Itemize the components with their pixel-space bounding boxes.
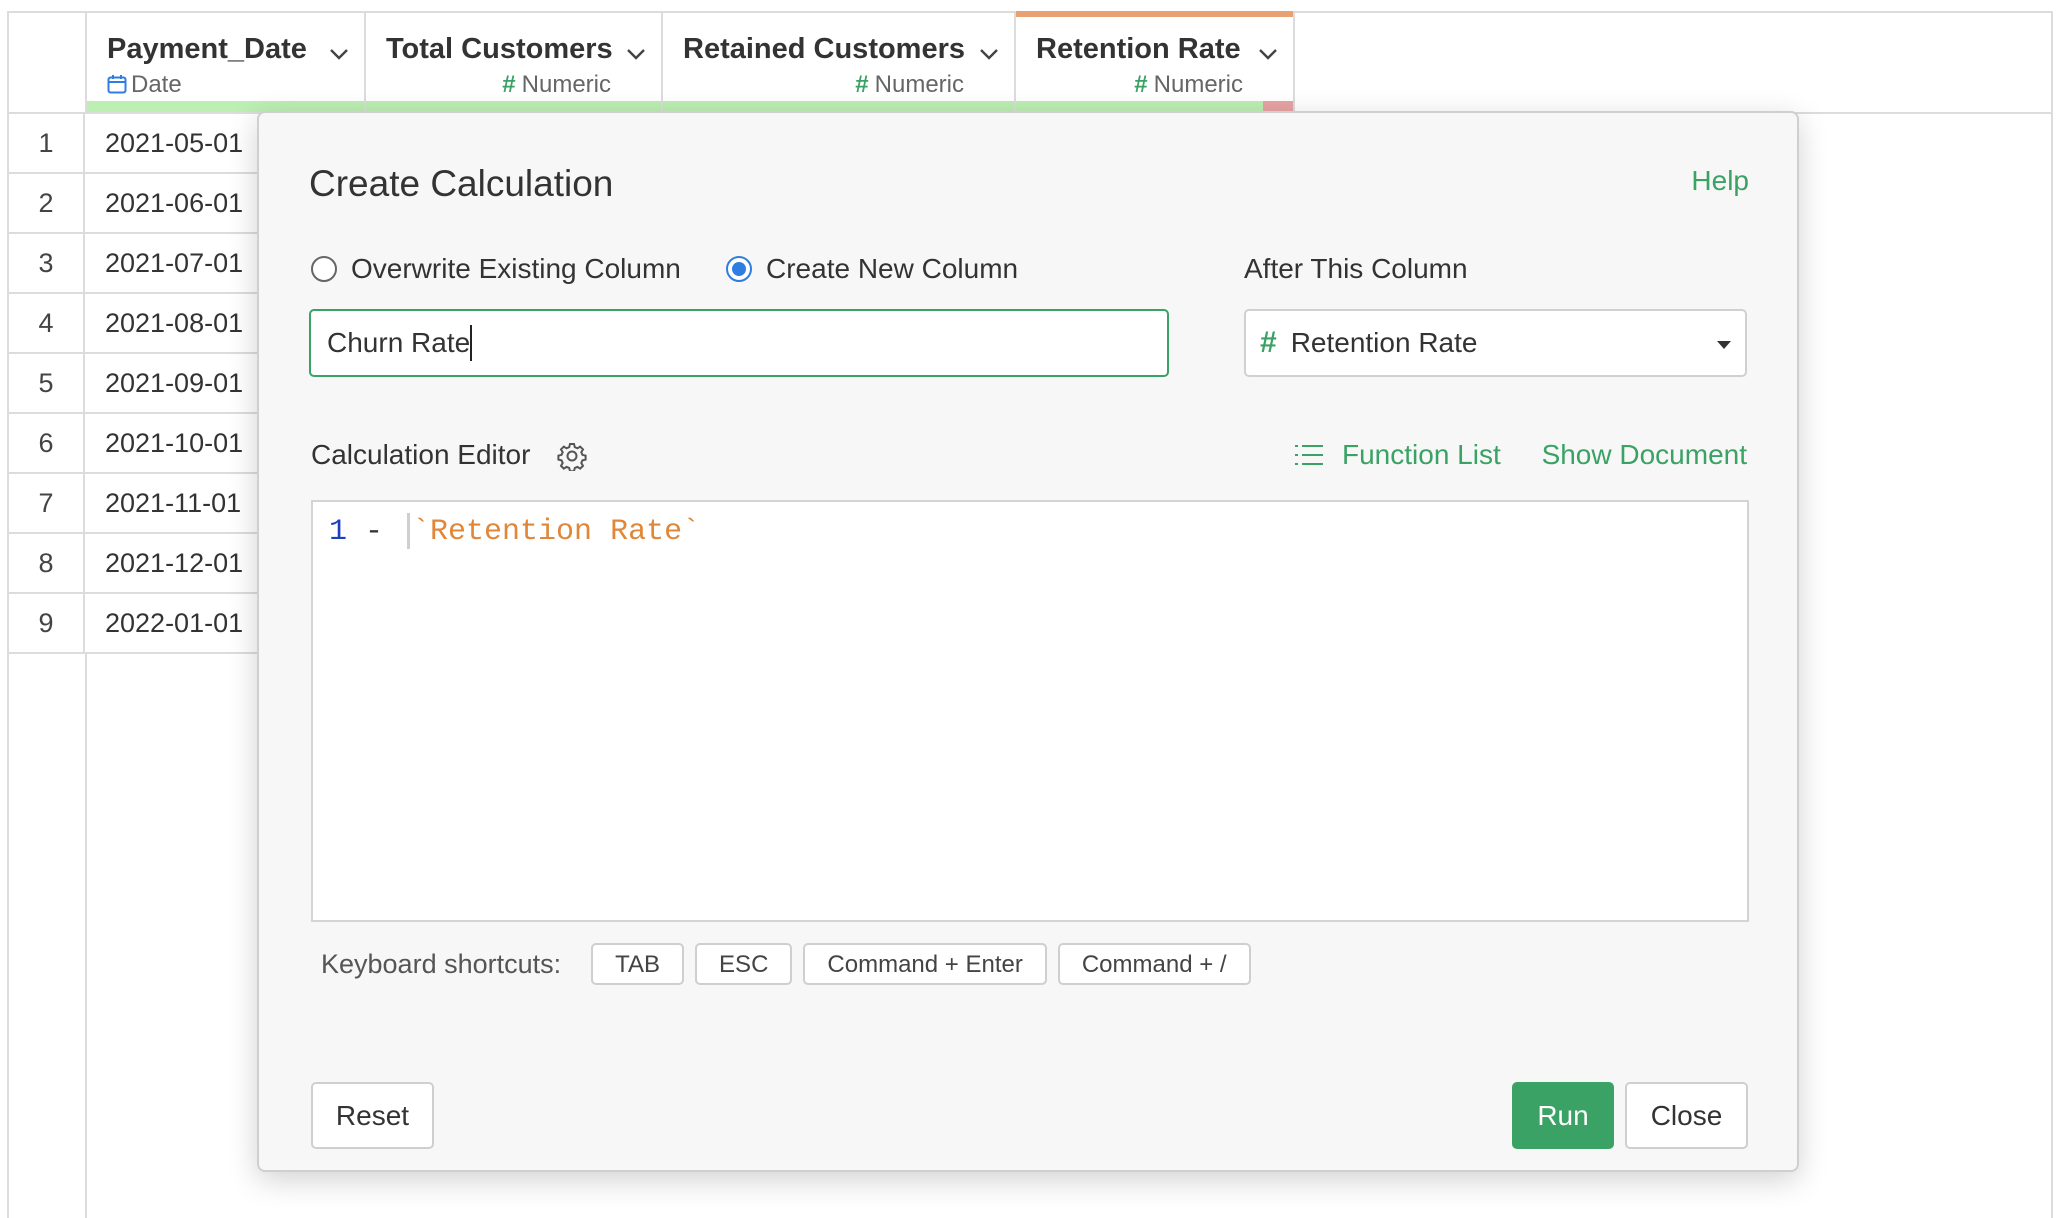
- after-this-column-label: After This Column: [1244, 253, 1468, 284]
- cell-payment-date[interactable]: 2021-06-01: [105, 174, 243, 232]
- hash-icon: #: [1260, 326, 1277, 359]
- new-column-name-input[interactable]: [309, 309, 1169, 377]
- hash-icon: #: [855, 71, 869, 98]
- chevron-down-icon[interactable]: [978, 43, 1000, 65]
- row-index: 8: [9, 534, 85, 592]
- table-row[interactable]: 3 2021-07-01: [9, 234, 265, 294]
- cell-payment-date[interactable]: 2021-09-01: [105, 354, 243, 412]
- dialog-title: Create Calculation: [309, 163, 614, 204]
- row-index: 3: [9, 234, 85, 292]
- after-column-selected-value: Retention Rate: [1290, 327, 1478, 358]
- row-index: 6: [9, 414, 85, 472]
- column-name: Total Customers: [386, 33, 613, 65]
- calendar-icon: [107, 75, 127, 94]
- code-column-reference-token: `Retention Rate`: [412, 515, 701, 549]
- radio-label: Create New Column: [766, 253, 1019, 284]
- cell-payment-date[interactable]: 2021-08-01: [105, 294, 243, 352]
- show-document-link[interactable]: Show Document: [1542, 439, 1747, 471]
- help-link[interactable]: Help: [1691, 165, 1749, 197]
- chevron-down-icon[interactable]: [625, 43, 647, 65]
- selected-column-indicator: [1016, 11, 1293, 17]
- hash-icon: #: [502, 71, 516, 98]
- shortcut-esc-key: ESC: [695, 943, 793, 985]
- row-index: 4: [9, 294, 85, 352]
- index-column-empty: [9, 653, 87, 1218]
- column-type: Date: [107, 71, 182, 99]
- radio-circle-selected[interactable]: [726, 256, 752, 282]
- radio-label: Overwrite Existing Column: [351, 253, 681, 284]
- function-list-link[interactable]: Function List: [1294, 439, 1501, 471]
- editor-cursor: [407, 513, 411, 550]
- shortcut-tab-key: TAB: [591, 943, 685, 985]
- table-row[interactable]: 1 2021-05-01: [9, 114, 265, 174]
- dropdown-arrow-icon: [1717, 341, 1731, 349]
- cell-payment-date[interactable]: 2021-05-01: [105, 114, 243, 172]
- row-index: 7: [9, 474, 85, 532]
- table-row[interactable]: 9 2022-01-01: [9, 594, 265, 654]
- chevron-down-icon[interactable]: [1257, 43, 1279, 65]
- cell-payment-date[interactable]: 2021-11-01: [105, 474, 241, 532]
- code-number-token: 1: [329, 515, 348, 549]
- calculation-code-editor[interactable]: 1 - `Retention Rate`: [311, 500, 1749, 922]
- keyboard-shortcuts: Keyboard shortcuts: TAB ESC Command + En…: [321, 943, 1262, 985]
- calculation-editor-label: Calculation Editor: [311, 439, 531, 470]
- row-index: 9: [9, 594, 85, 652]
- create-new-column-radio[interactable]: Create New Column: [726, 253, 1018, 285]
- cell-payment-date[interactable]: 2021-12-01: [105, 534, 243, 592]
- function-list-label: Function List: [1342, 439, 1501, 470]
- hash-icon: #: [1134, 71, 1148, 98]
- cell-payment-date[interactable]: 2021-10-01: [105, 414, 243, 472]
- radio-circle[interactable]: [311, 256, 337, 282]
- column-header-retention-rate[interactable]: Retention Rate # Numeric: [1016, 11, 1295, 112]
- column-type: # Numeric: [502, 71, 611, 99]
- shortcut-command-slash-key: Command + /: [1057, 943, 1251, 985]
- row-index: 5: [9, 354, 85, 412]
- shortcut-command-enter-key: Command + Enter: [803, 943, 1047, 985]
- overwrite-existing-column-radio[interactable]: Overwrite Existing Column: [311, 253, 681, 285]
- table-row[interactable]: 7 2021-11-01: [9, 474, 265, 534]
- column-header-total-customers[interactable]: Total Customers # Numeric: [366, 13, 663, 112]
- column-type-label: Numeric: [874, 71, 964, 98]
- column-name: Retention Rate: [1036, 33, 1241, 65]
- cell-payment-date[interactable]: 2021-07-01: [105, 234, 243, 292]
- index-column-header: [9, 13, 87, 112]
- table-row[interactable]: 5 2021-09-01: [9, 354, 265, 414]
- close-button[interactable]: Close: [1625, 1082, 1748, 1149]
- gear-icon[interactable]: [557, 441, 587, 471]
- column-type-label: Numeric: [1153, 71, 1243, 98]
- column-header-retained-customers[interactable]: Retained Customers # Numeric: [663, 13, 1016, 112]
- create-calculation-dialog: Create Calculation Help Overwrite Existi…: [257, 111, 1799, 1172]
- row-index: 1: [9, 114, 85, 172]
- table-row[interactable]: 6 2021-10-01: [9, 414, 265, 474]
- column-type: # Numeric: [855, 71, 964, 99]
- column-type: # Numeric: [1134, 71, 1243, 99]
- table-row[interactable]: 4 2021-08-01: [9, 294, 265, 354]
- run-button[interactable]: Run: [1512, 1082, 1614, 1149]
- reset-button[interactable]: Reset: [311, 1082, 434, 1149]
- table-row[interactable]: 8 2021-12-01: [9, 534, 265, 594]
- grid-header: Payment_Date Date Total Customers # Numer…: [9, 11, 2051, 114]
- code-line: 1 - `Retention Rate`: [329, 512, 700, 552]
- column-type-label: Numeric: [521, 71, 611, 98]
- text-caret: [470, 325, 472, 361]
- column-header-payment-date[interactable]: Payment_Date Date: [87, 13, 366, 112]
- table-row[interactable]: 2 2021-06-01: [9, 174, 265, 234]
- keyboard-shortcuts-label: Keyboard shortcuts:: [321, 948, 562, 979]
- after-column-select[interactable]: # Retention Rate: [1244, 309, 1747, 377]
- row-index: 2: [9, 174, 85, 232]
- column-type-label: Date: [131, 71, 182, 98]
- list-icon: [1295, 445, 1323, 465]
- column-name: Payment_Date: [107, 33, 307, 65]
- cell-payment-date[interactable]: 2022-01-01: [105, 594, 243, 652]
- code-operator-token: -: [347, 515, 402, 549]
- column-name: Retained Customers: [683, 33, 966, 65]
- chevron-down-icon[interactable]: [328, 43, 350, 65]
